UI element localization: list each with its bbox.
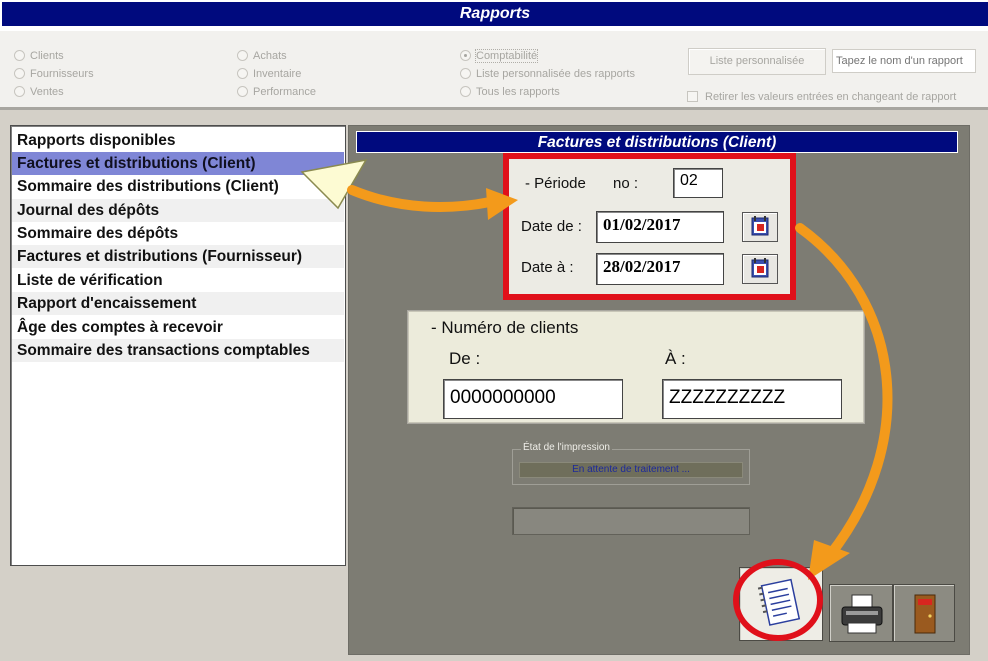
radio-liste-personnalisee[interactable]: Liste personnalisée des rapports: [460, 67, 635, 81]
list-item[interactable]: Sommaire des distributions (Client): [12, 175, 344, 198]
radio-dot-icon: [237, 68, 248, 79]
radio-ventes[interactable]: Ventes: [14, 85, 64, 99]
period-label: - Période: [525, 175, 586, 192]
progress-bar: [512, 507, 750, 535]
date-to-calendar-button[interactable]: [742, 254, 778, 284]
generate-report-button[interactable]: [739, 567, 823, 641]
list-item[interactable]: Rapport d'encaissement: [12, 292, 344, 315]
radio-dot-icon: [460, 68, 471, 79]
list-item[interactable]: Sommaire des transactions comptables: [12, 339, 344, 362]
client-to-field[interactable]: ZZZZZZZZZZ: [662, 379, 842, 419]
calendar-icon: [751, 216, 769, 236]
period-no-label: no :: [613, 175, 639, 192]
report-title: Factures et distributions (Client): [356, 131, 958, 153]
window-title: Rapports: [2, 2, 988, 26]
radio-comptabilite[interactable]: Comptabilité: [460, 49, 539, 63]
radio-dot-selected-icon: [460, 50, 471, 61]
print-status-legend: État de l'impression: [521, 442, 612, 453]
radio-fournisseurs[interactable]: Fournisseurs: [14, 67, 94, 81]
date-to-label: Date à :: [521, 259, 574, 276]
client-from-label: De :: [449, 349, 481, 368]
radio-dot-icon: [237, 50, 248, 61]
report-document-icon: [757, 578, 801, 626]
radio-dot-icon: [14, 86, 25, 97]
client-numbers-label: - Numéro de clients: [431, 318, 579, 337]
period-no-field[interactable]: 02: [673, 168, 723, 198]
date-from-field[interactable]: 01/02/2017: [596, 211, 724, 243]
radio-dot-icon: [14, 50, 25, 61]
radio-clients[interactable]: Clients: [14, 49, 64, 63]
radio-achats[interactable]: Achats: [237, 49, 287, 63]
list-item[interactable]: Factures et distributions (Fournisseur): [12, 245, 344, 268]
calendar-icon: [751, 258, 769, 278]
list-item[interactable]: Âge des comptes à recevoir: [12, 316, 344, 339]
radio-dot-icon: [460, 86, 471, 97]
reset-values-checkbox[interactable]: Retirer les valeurs entrées en changeant…: [687, 90, 956, 104]
reports-list: Rapports disponibles Factures et distrib…: [10, 125, 346, 566]
radio-dot-icon: [14, 68, 25, 79]
custom-list-button[interactable]: Liste personnalisée: [688, 48, 826, 75]
checkbox-icon: [687, 91, 698, 102]
client-from-field[interactable]: 0000000000: [443, 379, 623, 419]
list-item[interactable]: Liste de vérification: [12, 269, 344, 292]
report-name-input[interactable]: [832, 49, 976, 73]
print-status-text: En attente de traitement ...: [519, 462, 743, 478]
radio-dot-icon: [237, 86, 248, 97]
exit-button[interactable]: [893, 584, 955, 642]
radio-inventaire[interactable]: Inventaire: [237, 67, 301, 81]
list-header: Rapports disponibles: [17, 132, 176, 149]
list-item[interactable]: Sommaire des dépôts: [12, 222, 344, 245]
client-numbers-group: - Numéro de clients De : À : 0000000000 …: [408, 311, 864, 423]
list-item[interactable]: Journal des dépôts: [12, 199, 344, 222]
radio-performance[interactable]: Performance: [237, 85, 316, 99]
date-from-label: Date de :: [521, 218, 582, 235]
client-to-label: À :: [665, 349, 686, 368]
exit-door-icon: [914, 594, 936, 634]
title-bar: Rapports: [0, 0, 988, 28]
list-item[interactable]: Factures et distributions (Client): [12, 152, 344, 175]
print-button[interactable]: [829, 584, 893, 642]
printer-icon: [841, 594, 883, 634]
date-from-calendar-button[interactable]: [742, 212, 778, 242]
radio-tous-rapports[interactable]: Tous les rapports: [460, 85, 560, 99]
date-to-field[interactable]: 28/02/2017: [596, 253, 724, 285]
period-group: - Période no : 02 Date de : 01/02/2017 D…: [503, 153, 796, 300]
print-status-group: État de l'impression En attente de trait…: [512, 442, 750, 485]
filters-panel: Clients Fournisseurs Ventes Achats Inven…: [0, 28, 988, 110]
